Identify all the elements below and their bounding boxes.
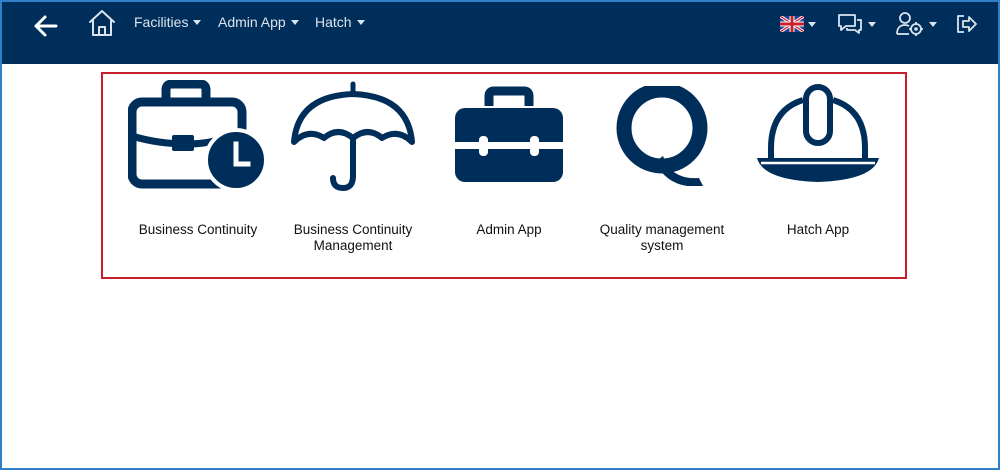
menu-facilities-label: Facilities — [134, 14, 189, 30]
home-button[interactable] — [86, 8, 118, 38]
chevron-down-icon — [868, 21, 876, 27]
user-settings-button[interactable] — [895, 10, 937, 38]
back-button[interactable] — [30, 12, 62, 40]
top-navigation-bar: Facilities Admin App Hatch — [2, 2, 998, 64]
app-tile-business-continuity-management[interactable]: Business Continuity Management — [278, 74, 428, 279]
chevron-down-icon — [356, 19, 365, 25]
home-icon — [89, 10, 115, 36]
app-tile-label: Business Continuity Management — [293, 222, 413, 253]
umbrella-icon — [291, 81, 415, 192]
letter-q-icon — [616, 86, 708, 186]
menu-admin-app-label: Admin App — [218, 14, 286, 30]
menu-hatch[interactable]: Hatch — [315, 14, 365, 30]
app-tile-quality-management-system[interactable]: Quality management system — [587, 74, 737, 279]
chat-bubbles-icon — [838, 14, 862, 34]
chevron-down-icon — [808, 21, 816, 27]
arrow-left-icon — [34, 15, 58, 37]
chevron-down-icon — [929, 21, 937, 27]
menu-facilities[interactable]: Facilities — [134, 14, 202, 30]
logout-button[interactable] — [955, 10, 979, 38]
chat-menu-button[interactable] — [836, 10, 876, 38]
chevron-down-icon — [193, 19, 202, 25]
app-tile-business-continuity[interactable]: Business Continuity — [123, 74, 273, 279]
uk-flag-icon — [780, 16, 804, 32]
menu-admin-app[interactable]: Admin App — [218, 14, 299, 30]
app-tile-label: Quality management system — [599, 222, 725, 253]
briefcase-clock-icon — [128, 80, 268, 190]
hard-hat-icon — [757, 84, 879, 182]
app-tile-label: Hatch App — [786, 222, 850, 237]
toolbox-icon — [455, 86, 563, 182]
user-gear-icon — [896, 12, 923, 36]
app-tile-label: Admin App — [476, 222, 542, 237]
apps-highlight-box: Business Continuity Business Continuity … — [101, 72, 907, 279]
app-tile-admin-app[interactable]: Admin App — [434, 74, 584, 279]
chevron-down-icon — [290, 19, 299, 25]
language-selector[interactable] — [780, 10, 816, 38]
menu-hatch-label: Hatch — [315, 14, 352, 30]
app-tile-label: Business Continuity — [138, 222, 258, 237]
app-tile-hatch-app[interactable]: Hatch App — [743, 74, 893, 279]
logout-icon — [957, 15, 977, 33]
